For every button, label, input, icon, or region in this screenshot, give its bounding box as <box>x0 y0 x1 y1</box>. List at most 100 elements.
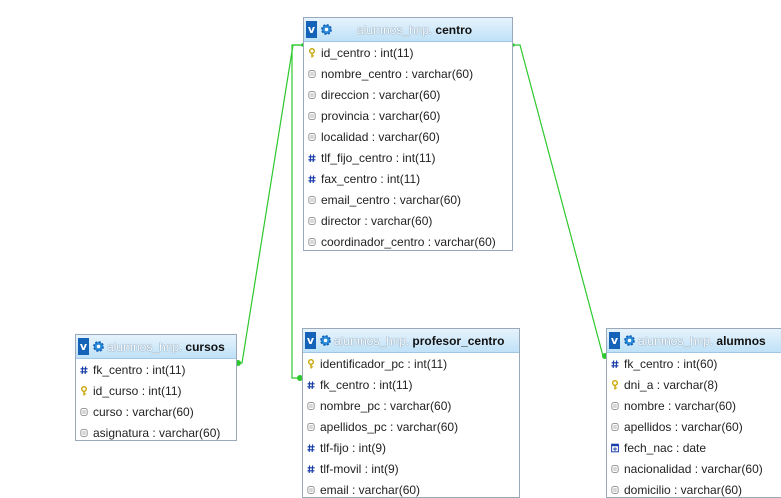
field-label: fk_centro : int(60) <box>624 357 717 371</box>
table-header[interactable]: v alumnos_hnp. cursos <box>76 335 236 359</box>
table-header[interactable]: v alumnos_hnp. centro <box>304 18 512 42</box>
table-header[interactable]: v alumnos_hnp. profesor_centro <box>303 329 519 353</box>
numeric-field-icon <box>611 359 619 369</box>
field-row[interactable]: fax_centro : int(11) <box>304 168 512 189</box>
field-label: nombre : varchar(60) <box>624 399 736 413</box>
field-row[interactable]: nombre_centro : varchar(60) <box>304 63 512 84</box>
table-db-prefix: alumnos_hnp. <box>638 334 713 348</box>
field-label: tlf_fijo_centro : int(11) <box>321 151 436 165</box>
collapse-toggle-button[interactable]: v <box>78 338 89 355</box>
gear-icon[interactable] <box>320 23 333 36</box>
table-name: centro <box>435 23 472 37</box>
text-field-icon <box>80 428 88 438</box>
key-icon <box>307 359 315 369</box>
field-label: localidad : varchar(60) <box>321 130 440 144</box>
text-field-icon <box>308 132 316 142</box>
field-row[interactable]: director : varchar(60) <box>304 210 512 231</box>
text-field-icon <box>308 237 316 247</box>
field-label: fk_centro : int(11) <box>93 363 185 377</box>
gear-icon[interactable] <box>623 334 636 347</box>
field-label: nacionalidad : varchar(60) <box>624 462 763 476</box>
field-row[interactable]: identificador_pc : int(11) <box>303 353 519 374</box>
text-field-icon <box>308 216 316 226</box>
field-row[interactable]: tlf-fijo : int(9) <box>303 437 519 458</box>
field-label: domicilio : varchar(60) <box>624 483 742 497</box>
field-label: id_centro : int(11) <box>321 46 414 60</box>
field-label: email : varchar(60) <box>320 483 420 497</box>
collapse-toggle-button[interactable]: v <box>306 21 317 38</box>
field-row[interactable]: tlf-movil : int(9) <box>303 458 519 479</box>
key-icon <box>308 48 316 58</box>
field-row[interactable]: provincia : varchar(60) <box>304 105 512 126</box>
field-row[interactable]: fech_nac : date <box>607 437 781 458</box>
table-alumnos[interactable]: v alumnos_hnp. alumnos fk_centro : int(6… <box>606 328 781 498</box>
numeric-field-icon <box>307 443 315 453</box>
field-row[interactable]: dni_a : varchar(8) <box>607 374 781 395</box>
field-label: direccion : varchar(60) <box>321 88 440 102</box>
field-label: nombre_pc : varchar(60) <box>320 399 451 413</box>
text-field-icon <box>308 69 316 79</box>
field-list: fk_centro : int(60) dni_a : varchar(8) nom… <box>607 353 781 498</box>
field-row[interactable]: email_centro : varchar(60) <box>304 189 512 210</box>
field-label: apellidos : varchar(60) <box>624 420 743 434</box>
field-label: fk_centro : int(11) <box>320 378 412 392</box>
numeric-field-icon <box>308 174 316 184</box>
field-row[interactable]: email : varchar(60) <box>303 479 519 498</box>
gear-icon[interactable] <box>92 340 105 353</box>
field-row[interactable]: id_curso : int(11) <box>76 380 236 401</box>
field-row[interactable]: asignatura : varchar(60) <box>76 422 236 441</box>
field-row[interactable]: fk_centro : int(11) <box>76 359 236 380</box>
table-header[interactable]: v alumnos_hnp. alumnos <box>607 329 781 353</box>
gear-icon[interactable] <box>319 334 332 347</box>
table-db-prefix: alumnos_hnp. <box>334 334 409 348</box>
collapse-toggle-button[interactable]: v <box>305 332 316 349</box>
field-label: coordinador_centro : varchar(60) <box>321 235 496 249</box>
field-row[interactable]: nombre_pc : varchar(60) <box>303 395 519 416</box>
field-row[interactable]: apellidos : varchar(60) <box>607 416 781 437</box>
relation-line-cursos <box>238 45 303 363</box>
table-centro[interactable]: v alumnos_hnp. centro id_centro : int(11… <box>303 17 513 251</box>
text-field-icon <box>611 485 619 495</box>
table-name: cursos <box>185 340 224 354</box>
field-row[interactable]: apellidos_pc : varchar(60) <box>303 416 519 437</box>
field-label: id_curso : int(11) <box>93 384 181 398</box>
field-label: tlf-movil : int(9) <box>320 462 399 476</box>
numeric-field-icon <box>307 464 315 474</box>
field-label: director : varchar(60) <box>321 214 432 228</box>
date-field-icon <box>611 443 619 453</box>
text-field-icon <box>307 485 315 495</box>
field-row[interactable]: fk_centro : int(60) <box>607 353 781 374</box>
text-field-icon <box>308 195 316 205</box>
field-row[interactable]: domicilio : varchar(60) <box>607 479 781 498</box>
field-label: email_centro : varchar(60) <box>321 193 461 207</box>
field-label: fech_nac : date <box>624 441 706 455</box>
text-field-icon <box>611 464 619 474</box>
table-db-prefix: alumnos_hnp. <box>107 340 182 354</box>
table-db-prefix: alumnos_hnp. <box>357 23 432 37</box>
table-profesor-centro[interactable]: v alumnos_hnp. profesor_centro identific… <box>302 328 520 498</box>
field-row[interactable]: curso : varchar(60) <box>76 401 236 422</box>
field-list: identificador_pc : int(11) fk_centro : in… <box>303 353 519 498</box>
text-field-icon <box>308 90 316 100</box>
field-row[interactable]: coordinador_centro : varchar(60) <box>304 231 512 251</box>
field-row[interactable]: localidad : varchar(60) <box>304 126 512 147</box>
field-row[interactable]: nombre : varchar(60) <box>607 395 781 416</box>
relation-line-alumnos <box>513 45 607 356</box>
table-name: alumnos <box>716 334 765 348</box>
field-row[interactable]: tlf_fijo_centro : int(11) <box>304 147 512 168</box>
field-label: fax_centro : int(11) <box>321 172 420 186</box>
field-label: tlf-fijo : int(9) <box>320 441 386 455</box>
numeric-field-icon <box>308 153 316 163</box>
field-row[interactable]: fk_centro : int(11) <box>303 374 519 395</box>
field-row[interactable]: nacionalidad : varchar(60) <box>607 458 781 479</box>
text-field-icon <box>307 401 315 411</box>
text-field-icon <box>80 407 88 417</box>
field-row[interactable]: id_centro : int(11) <box>304 42 512 63</box>
text-field-icon <box>611 401 619 411</box>
table-cursos[interactable]: v alumnos_hnp. cursos fk_centro : int(11… <box>75 334 237 441</box>
collapse-toggle-button[interactable]: v <box>609 332 620 349</box>
field-label: apellidos_pc : varchar(60) <box>320 420 458 434</box>
field-row[interactable]: direccion : varchar(60) <box>304 84 512 105</box>
table-name: profesor_centro <box>412 334 504 348</box>
numeric-field-icon <box>80 365 88 375</box>
